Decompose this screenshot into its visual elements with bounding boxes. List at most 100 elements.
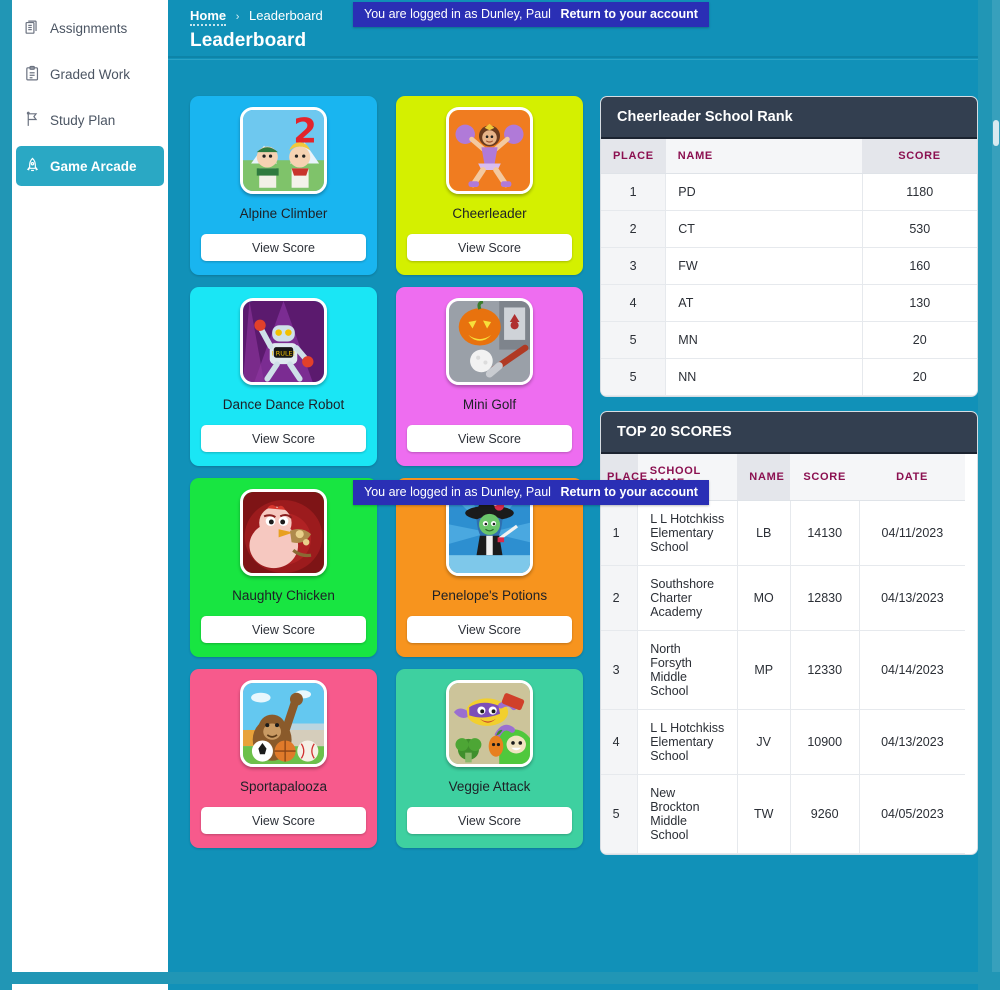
view-score-button[interactable]: View Score xyxy=(407,807,572,834)
table-row: 5 MN 20 xyxy=(601,321,977,359)
header-divider-light xyxy=(168,59,978,60)
svg-text:I RULE!: I RULE! xyxy=(272,349,295,357)
view-score-button[interactable]: View Score xyxy=(201,425,366,452)
game-card-alpine-climber[interactable]: 2 Alpine Climber View Score xyxy=(190,96,377,275)
cell-school-name: New Brockton Middle School xyxy=(637,774,738,854)
page-title: Leaderboard xyxy=(190,30,307,51)
alpine-climber-thumb: 2 xyxy=(240,107,327,194)
game-card-mini-golf[interactable]: Mini Golf View Score xyxy=(396,287,583,466)
cell-score: 10900 xyxy=(790,709,860,775)
documents-icon xyxy=(24,19,41,37)
cell-score: 20 xyxy=(862,321,977,359)
game-title: Penelope's Potions xyxy=(431,588,548,603)
cell-school-name: North Forsyth Middle School xyxy=(637,630,738,710)
column-header-name[interactable]: NAME xyxy=(737,454,791,501)
game-title: Naughty Chicken xyxy=(232,588,335,603)
column-header-name[interactable]: NAME xyxy=(665,139,862,174)
game-title: Mini Golf xyxy=(462,397,517,412)
sidebar-item-graded-work[interactable]: Graded Work xyxy=(16,54,164,94)
cell-place: 5 xyxy=(601,774,639,854)
game-title: Dance Dance Robot xyxy=(222,397,345,412)
game-card-naughty-chicken[interactable]: Naughty Chicken View Score xyxy=(190,478,377,657)
sidebar-item-label: Assignments xyxy=(50,20,128,36)
cell-score: 530 xyxy=(862,210,977,248)
cell-date: 04/13/2023 xyxy=(859,709,965,775)
clipboard-icon xyxy=(24,65,41,83)
column-header-date[interactable]: DATE xyxy=(859,454,965,501)
game-card-dance-dance-robot[interactable]: I RULE! Dance Dance Robot View Score xyxy=(190,287,377,466)
top-20-scores-table: PLACE SCHOOL NAME NAME SCORE DATE 1 L L … xyxy=(601,454,965,854)
cell-name: MO xyxy=(737,565,791,631)
table-row: 4 L L Hotchkiss Elementary School JV 109… xyxy=(601,709,965,775)
sidebar-item-label: Game Arcade xyxy=(50,158,137,174)
cell-score: 160 xyxy=(862,247,977,285)
view-score-button[interactable]: View Score xyxy=(407,616,572,643)
return-to-your-account-link[interactable]: Return to your account xyxy=(560,485,698,499)
view-score-button[interactable]: View Score xyxy=(201,807,366,834)
game-card-veggie-attack[interactable]: Veggie Attack View Score xyxy=(396,669,583,848)
breadcrumb-home-link[interactable]: Home xyxy=(190,8,227,26)
veggie-attack-thumb xyxy=(446,680,533,767)
game-row: 2 Alpine Climber View Score Cheerleader … xyxy=(190,96,592,275)
cell-school-name: L L Hotchkiss Elementary School xyxy=(637,500,738,566)
cell-name: JV xyxy=(737,709,791,775)
sidebar-item-study-plan[interactable]: Study Plan xyxy=(16,100,164,140)
sidebar: Assignments Graded Work Study Plan Game … xyxy=(12,0,168,972)
cheerleader-thumb xyxy=(446,107,533,194)
game-title: Sportapalooza xyxy=(239,779,328,794)
cell-name: PD xyxy=(665,173,863,211)
leaderboard-tables-column: Cheerleader School Rank PLACE NAME SCORE… xyxy=(600,96,978,972)
game-row: I RULE! Dance Dance Robot View Score Min… xyxy=(190,287,592,466)
page-scrollbar-thumb[interactable] xyxy=(993,120,999,146)
sportapalooza-thumb xyxy=(240,680,327,767)
naughty-chicken-thumb xyxy=(240,489,327,576)
column-header-score[interactable]: SCORE xyxy=(862,139,977,174)
table-row: 5 NN 20 xyxy=(601,358,977,396)
cell-name: FW xyxy=(665,247,863,285)
cell-score: 9260 xyxy=(790,774,860,854)
cell-place: 4 xyxy=(601,284,667,322)
impersonation-banner: You are logged in as Dunley, Paul Return… xyxy=(353,2,709,27)
content-area: 2 Alpine Climber View Score Cheerleader … xyxy=(168,62,978,972)
game-title: Alpine Climber xyxy=(239,206,328,221)
breadcrumb-current: Leaderboard xyxy=(249,8,323,23)
view-score-button[interactable]: View Score xyxy=(201,616,366,643)
game-title: Veggie Attack xyxy=(448,779,531,794)
cell-school-name: L L Hotchkiss Elementary School xyxy=(637,709,738,775)
sidebar-item-assignments[interactable]: Assignments xyxy=(16,8,164,48)
cell-name: MP xyxy=(737,630,791,710)
view-score-button[interactable]: View Score xyxy=(407,234,572,261)
return-to-your-account-link[interactable]: Return to your account xyxy=(560,7,698,21)
cell-place: 2 xyxy=(601,565,639,631)
page-scrollbar-track[interactable] xyxy=(992,0,1000,972)
header-divider xyxy=(168,56,978,58)
cell-name: AT xyxy=(665,284,863,322)
impersonation-message: You are logged in as Dunley, Paul xyxy=(364,485,551,499)
top-20-scores-panel: TOP 20 SCORES PLACE SCHOOL NAME NAME SCO… xyxy=(600,411,978,855)
cell-place: 3 xyxy=(601,630,639,710)
game-card-cheerleader[interactable]: Cheerleader View Score xyxy=(396,96,583,275)
sidebar-item-game-arcade[interactable]: Game Arcade xyxy=(16,146,164,186)
view-score-button[interactable]: View Score xyxy=(201,234,366,261)
bookmark-flag-icon xyxy=(24,111,41,129)
cell-score: 12830 xyxy=(790,565,860,631)
table-row: 1 PD 1180 xyxy=(601,173,977,211)
cell-score: 12330 xyxy=(790,630,860,710)
view-score-button[interactable]: View Score xyxy=(407,425,572,452)
table-row: 3 North Forsyth Middle School MP 12330 0… xyxy=(601,630,965,710)
cell-place: 5 xyxy=(601,321,667,359)
table-row: 5 New Brockton Middle School TW 9260 04/… xyxy=(601,774,965,854)
cell-place: 1 xyxy=(601,173,667,211)
cell-place: 1 xyxy=(601,500,639,566)
game-card-sportapalooza[interactable]: Sportapalooza View Score xyxy=(190,669,377,848)
column-header-place[interactable]: PLACE xyxy=(601,139,666,174)
column-header-score[interactable]: SCORE xyxy=(790,454,860,501)
impersonation-message: You are logged in as Dunley, Paul xyxy=(364,7,551,21)
table-row: 4 AT 130 xyxy=(601,284,977,322)
table-row: 1 L L Hotchkiss Elementary School LB 141… xyxy=(601,500,965,566)
cell-date: 04/11/2023 xyxy=(859,500,965,566)
impersonation-banner: You are logged in as Dunley, Paul Return… xyxy=(353,480,709,505)
table-header-row: PLACE NAME SCORE xyxy=(601,139,977,174)
cell-score: 20 xyxy=(862,358,977,396)
table-row: 2 Southshore Charter Academy MO 12830 04… xyxy=(601,565,965,631)
